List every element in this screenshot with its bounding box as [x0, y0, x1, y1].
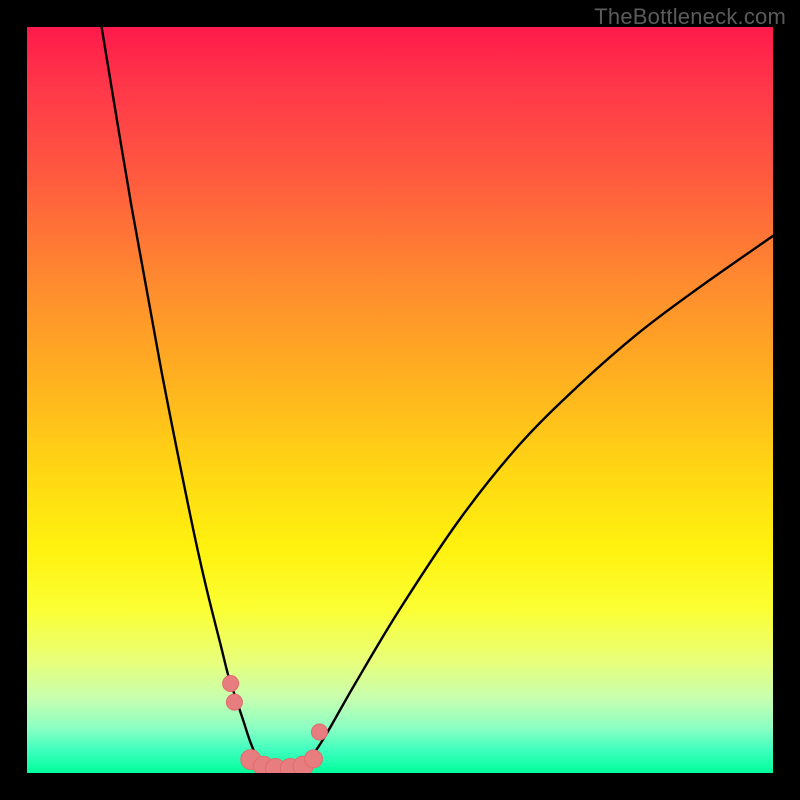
- highlight-point: [226, 694, 242, 710]
- highlight-point: [223, 675, 239, 691]
- chart-frame: TheBottleneck.com: [0, 0, 800, 800]
- highlight-point: [304, 750, 322, 768]
- highlight-point: [311, 724, 327, 740]
- marker-layer: [27, 27, 773, 773]
- watermark-text: TheBottleneck.com: [594, 4, 786, 30]
- highlight-markers: [223, 675, 328, 773]
